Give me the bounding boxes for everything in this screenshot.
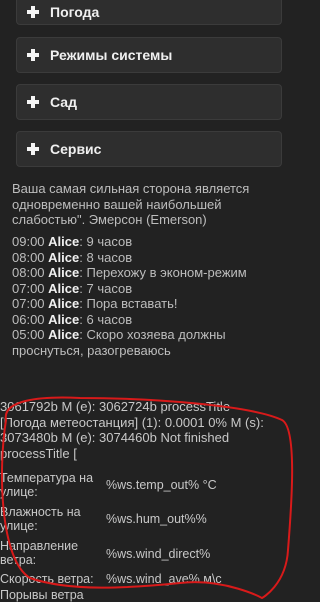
log-entry: 08:00 Alice: Перехожу в эконом-режим	[12, 265, 247, 280]
log-entry: 08:00 Alice: 8 часов	[12, 249, 133, 265]
status-line: 3073480b M (e): 3074460b Not finished	[0, 430, 230, 445]
plus-icon	[27, 143, 39, 155]
menu-item-label: Режимы системы	[50, 47, 173, 63]
status-line: [Погода метеостанция] (1): 0.0001 0% M (…	[0, 414, 264, 430]
plus-icon	[27, 6, 39, 18]
log-entry: 05:00 Alice: Скоро хозяева должны	[12, 327, 226, 342]
menu-item-system-modes[interactable]: Режимы системы	[16, 37, 282, 73]
log-message: Пора вставать!	[86, 296, 178, 311]
log-time: 09:00	[12, 234, 45, 249]
row-value: %ws.temp_out% °C	[106, 478, 217, 492]
log-sender: Alice	[48, 311, 80, 327]
log-entry: 07:00 Alice: 7 часов	[12, 280, 133, 296]
log-time: 05:00	[12, 327, 45, 342]
log-sender: Alice	[48, 327, 80, 342]
log-message: 6 часов	[86, 311, 133, 327]
status-line: 3061792b M (e): 3062724b processTitle	[0, 399, 231, 414]
log-time: 07:00	[12, 280, 45, 296]
plus-icon	[27, 96, 39, 108]
menu-item-weather[interactable]: Погода	[16, 0, 282, 25]
log-sender: Alice	[48, 280, 80, 296]
row-label: Скорость ветра:	[0, 572, 94, 586]
row-value: %ws.hum_out%%	[106, 512, 207, 526]
log-message: 9 часов	[86, 234, 133, 249]
message-log: 09:00 Alice: 9 часов 08:00 Alice: 8 часо…	[12, 234, 294, 358]
log-entry: 06:00 Alice: 6 часов	[12, 311, 133, 327]
menu-item-service[interactable]: Сервис	[16, 131, 282, 167]
log-sender: Alice	[48, 296, 80, 311]
row-label: Влажность на улице:	[0, 505, 81, 533]
quote-text: Ваша самая сильная сторона является одно…	[12, 181, 250, 227]
log-entry-continuation: проснуться, разогреваюсь	[12, 343, 294, 359]
menu-item-garden[interactable]: Сад	[16, 84, 282, 120]
log-sender: Alice	[48, 249, 80, 265]
row-label: Направление ветра:	[0, 539, 79, 567]
menu-item-label: Сад	[50, 94, 77, 110]
row-label: Температура на улице:	[0, 471, 94, 499]
log-time: 08:00	[12, 249, 45, 265]
log-time: 08:00	[12, 265, 45, 280]
log-message: 7 часов	[86, 280, 133, 296]
log-entry: 07:00 Alice: Пора вставать!	[12, 296, 178, 311]
log-time: 07:00	[12, 296, 45, 311]
process-status-text: 3061792b M (e): 3062724b processTitle [По…	[0, 399, 297, 461]
status-line: processTitle [	[0, 445, 77, 461]
log-sender: Alice	[48, 234, 80, 249]
log-message: Перехожу в эконом-режим	[86, 265, 247, 280]
row-label: Порывы ветра	[0, 588, 84, 602]
log-message: 8 часов	[86, 249, 133, 265]
row-value: %ws.wind_ave% м\с	[106, 572, 222, 586]
log-message: Скоро хозяева должны	[86, 327, 226, 342]
menu-item-label: Погода	[50, 4, 100, 20]
log-sender: Alice	[48, 265, 80, 280]
row-value: %ws.wind_direct%	[106, 547, 211, 561]
log-time: 06:00	[12, 311, 45, 327]
log-message: проснуться, разогреваюсь	[12, 342, 171, 358]
log-entry: 09:00 Alice: 9 часов	[12, 234, 133, 249]
menu-item-label: Сервис	[50, 141, 102, 157]
plus-icon	[27, 49, 39, 61]
menu: Погода Режимы системы Сад Сервис	[16, 0, 282, 178]
